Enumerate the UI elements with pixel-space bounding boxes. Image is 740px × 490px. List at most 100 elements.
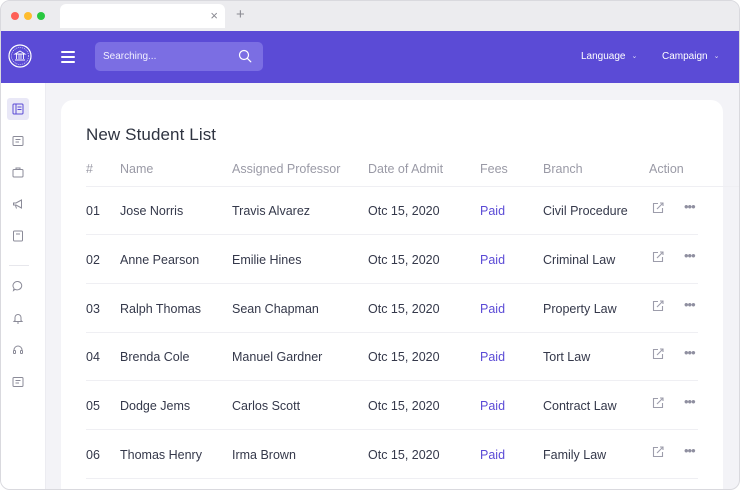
admit-date: Otc 15, 2020 [368,448,440,462]
branch: Contract Law [543,399,617,413]
row-divider [86,478,698,479]
more-options-icon[interactable]: ••• [684,248,696,263]
student-name: Dodge Jems [120,399,191,413]
column-header-name: Name [120,162,154,176]
more-options-icon[interactable]: ••• [684,394,696,409]
language-dropdown[interactable]: Language ⌄ [581,51,637,62]
student-name: Anne Pearson [120,253,200,267]
university-logo-icon[interactable] [8,44,32,68]
bell-icon [12,314,24,324]
menu-toggle-icon[interactable] [61,51,75,63]
column-header-number: # [86,162,93,176]
courses-icon [12,377,24,387]
row-divider [86,429,698,430]
edit-icon[interactable] [651,396,665,410]
book-icon [13,230,23,242]
assigned-professor: Irma Brown [232,448,296,462]
student-list-card: New Student List # Name Assigned Profess… [61,100,739,489]
edit-icon[interactable] [651,201,665,215]
close-tab-icon[interactable]: × [210,8,218,24]
browser-window: × + Searching... Language ⌄ Campaign ⌄ N… [0,0,740,490]
sidebar-item-courses[interactable] [7,130,29,152]
more-options-icon[interactable]: ••• [684,297,696,312]
sidebar [1,83,46,489]
fees-status: Paid [480,399,506,413]
sidebar-item-support[interactable] [7,339,29,361]
assigned-professor: Manuel Gardner [232,350,323,364]
sidebar-item-dashboard[interactable] [7,98,29,120]
admit-date: Otc 15, 2020 [368,302,440,316]
minimize-window-button[interactable] [24,12,32,20]
new-tab-button[interactable]: + [236,7,245,23]
more-options-icon[interactable]: ••• [684,443,696,458]
search-input[interactable] [103,48,233,65]
assigned-professor: Travis Alvarez [232,204,311,218]
sidebar-divider [9,265,29,266]
browser-tab[interactable]: × [60,4,225,28]
maximize-window-button[interactable] [37,12,45,20]
table-row[interactable]: 05 Dodge Jems Carlos Scott Otc 15, 2020 … [86,382,698,430]
row-divider [86,283,698,284]
fees-status: Paid [480,253,506,267]
row-divider [86,234,698,235]
admit-date: Otc 15, 2020 [368,399,440,413]
assigned-professor: Sean Chapman [232,302,319,316]
chat-icon [12,281,23,292]
more-options-icon[interactable]: ••• [684,199,696,214]
admit-date: Otc 15, 2020 [368,350,440,364]
student-number: 01 [86,204,100,218]
headset-icon [13,345,23,354]
edit-icon[interactable] [651,250,665,264]
student-name: Brenda Cole [120,350,190,364]
admit-date: Otc 15, 2020 [368,253,440,267]
search-icon[interactable] [238,49,252,63]
top-navbar: Language ⌄ Campaign ⌄ [1,31,739,83]
branch: Tort Law [543,350,591,364]
megaphone-icon [13,199,22,209]
campaign-label: Campaign [662,51,708,62]
sidebar-item-messages[interactable] [7,275,29,297]
edit-icon[interactable] [651,347,665,361]
student-number: 05 [86,399,100,413]
fees-status: Paid [480,448,506,462]
sidebar-item-announcements[interactable] [7,193,29,215]
row-divider [86,380,698,381]
student-number: 03 [86,302,100,316]
table-row[interactable]: 06 Thomas Henry Irma Brown Otc 15, 2020 … [86,431,698,479]
dashboard-icon [12,103,24,115]
fees-status: Paid [480,204,506,218]
language-label: Language [581,51,626,62]
branch: Criminal Law [543,253,616,267]
student-number: 06 [86,448,100,462]
branch: Family Law [543,448,607,462]
column-header-branch: Branch [543,162,583,176]
student-number: 04 [86,350,100,364]
more-options-icon[interactable]: ••• [684,345,696,360]
sidebar-item-reports[interactable] [7,371,29,393]
assigned-professor: Carlos Scott [232,399,301,413]
browser-chrome: × + [1,1,739,31]
close-window-button[interactable] [11,12,19,20]
campaign-dropdown[interactable]: Campaign ⌄ [662,51,719,62]
fees-status: Paid [480,350,506,364]
table-row[interactable]: 02 Anne Pearson Emilie Hines Otc 15, 202… [86,236,698,284]
column-header-fees: Fees [480,162,508,176]
table-row[interactable]: 04 Brenda Cole Manuel Gardner Otc 15, 20… [86,333,698,381]
chevron-down-icon: ⌄ [713,53,720,60]
table-row[interactable]: 03 Ralph Thomas Sean Chapman Otc 15, 202… [86,285,698,333]
edit-icon[interactable] [651,299,665,313]
sidebar-item-library[interactable] [7,225,29,247]
assigned-professor: Emilie Hines [232,253,302,267]
branch: Property Law [543,302,617,316]
student-name: Thomas Henry [120,448,202,462]
sidebar-item-notifications[interactable] [7,307,29,329]
courses-icon [12,136,24,146]
admit-date: Otc 15, 2020 [368,204,440,218]
sidebar-item-jobs[interactable] [7,161,29,183]
table-row[interactable]: 01 Jose Norris Travis Alvarez Otc 15, 20… [86,187,698,235]
fees-status: Paid [480,302,506,316]
student-number: 02 [86,253,100,267]
edit-icon[interactable] [651,445,665,459]
student-name: Ralph Thomas [120,302,202,316]
column-header-professor: Assigned Professor [232,162,341,176]
